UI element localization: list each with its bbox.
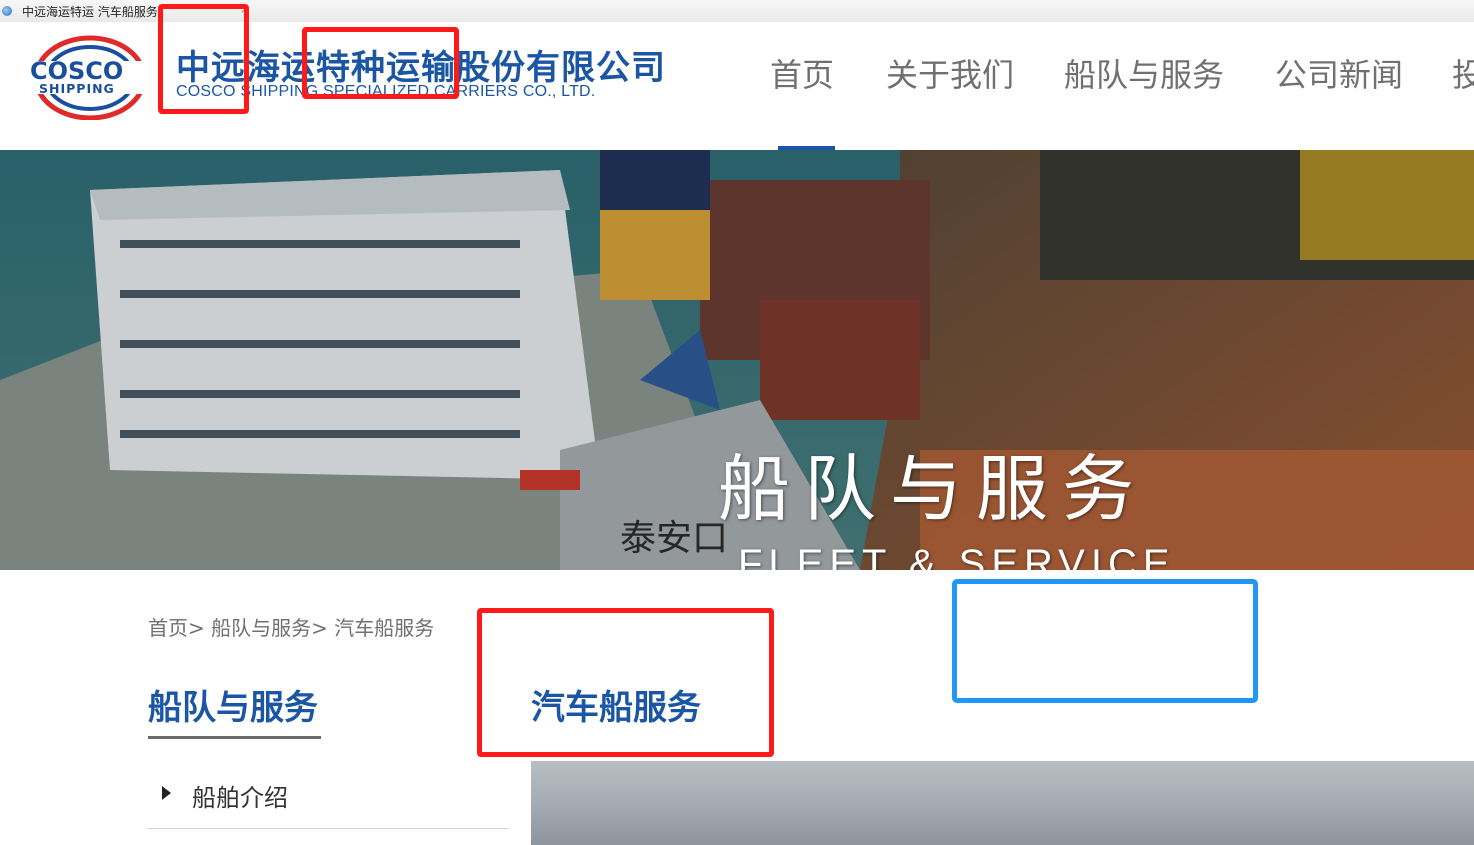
breadcrumb-current: 汽车船服务 [334,616,435,640]
hero-banner: 泰安口 船队与服务 FLEET & SERVICE [0,150,1474,570]
breadcrumb-separator: > [188,616,205,640]
hero-subtitle: FLEET & SERVICE [738,542,1176,570]
browser-tab-title: 中远海运特运 汽车船服务 [22,4,158,19]
nav-item-news[interactable]: 公司新闻 [1275,50,1403,96]
hero-title: 船队与服务 [718,447,1149,531]
caret-right-icon [162,786,171,800]
breadcrumb: 首页> 船队与服务> 汽车船服务 [148,612,434,641]
nav-item-about[interactable]: 关于我们 [886,50,1014,96]
logo-text-bottom: SHIPPING [39,81,115,96]
sidebar-item-ship-intro[interactable]: 船舶介绍 [148,770,508,829]
annotation-box-red [158,4,249,114]
favicon-icon [2,6,12,16]
nav-item-home[interactable]: 首页 [770,50,834,96]
annotation-box-red [302,27,459,99]
sidebar-item-label: 船舶介绍 [192,784,288,812]
annotation-box-red [477,608,774,757]
nav-item-fleet-service[interactable]: 船队与服务 [1064,50,1224,96]
breadcrumb-fleet-service[interactable]: 船队与服务 [211,616,311,640]
sidebar-title: 船队与服务 [148,688,318,728]
nav-item-investor[interactable]: 投 [1452,50,1474,96]
breadcrumb-separator: > [311,616,328,640]
breadcrumb-home[interactable]: 首页 [148,616,188,640]
annotation-box-blue [952,579,1258,703]
sidebar-title-underline [148,736,321,739]
content-image [531,761,1474,845]
cosco-shipping-logo[interactable]: COSCO SHIPPING [28,32,162,120]
